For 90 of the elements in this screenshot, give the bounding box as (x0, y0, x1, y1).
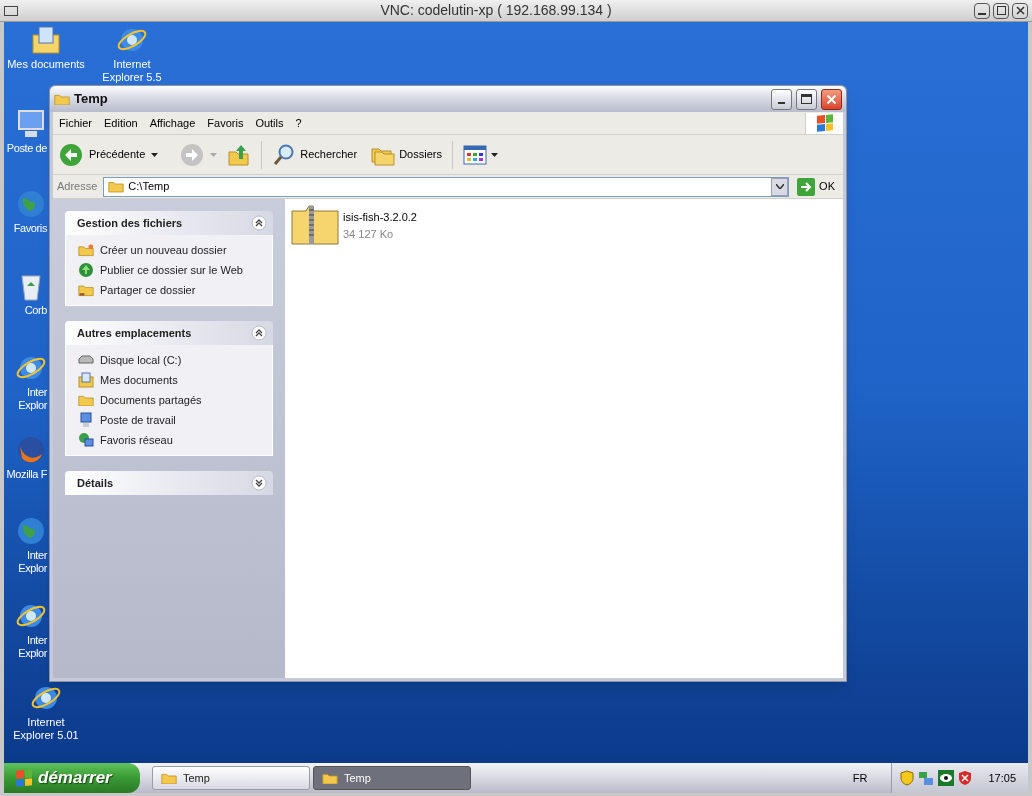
close-button[interactable] (821, 88, 842, 110)
language-indicator[interactable]: FR (844, 769, 876, 787)
file-name: isis-fish-3.2.0.2 (343, 210, 417, 225)
task-link[interactable]: Favoris réseau (100, 431, 173, 449)
folder-icon (54, 92, 70, 106)
panel-header[interactable]: Gestion des fichiers (65, 211, 273, 235)
desktop-icon-label: Inter (27, 386, 47, 399)
globe-icon (15, 188, 47, 220)
task-link[interactable]: Poste de travail (100, 411, 176, 429)
globe-icon (78, 262, 94, 278)
minimize-button[interactable] (771, 88, 792, 110)
window-title: Temp (74, 90, 109, 109)
panel-title: Détails (77, 475, 114, 491)
computer-icon (15, 108, 47, 140)
eye-icon[interactable] (938, 770, 955, 786)
desktop-icon-label: Explorer 5.5 (102, 71, 162, 84)
zip-folder-icon[interactable] (291, 205, 339, 245)
dropdown-caret-icon[interactable] (151, 152, 159, 157)
window-title: VNC: codelutin-xp ( 192.168.99.134 ) (379, 1, 613, 20)
task-link[interactable]: Publier ce dossier sur le Web (100, 261, 243, 279)
desktop-icon-label: Mozilla F (6, 468, 47, 481)
close-icon (1015, 6, 1025, 15)
panel-title: Gestion des fichiers (77, 215, 183, 231)
menu-item[interactable]: Favoris (201, 114, 250, 132)
clock: 17:05 (988, 770, 1016, 786)
taskbar-button[interactable]: Temp (152, 766, 310, 790)
panel-title: Autres emplacements (77, 325, 192, 341)
menu-item[interactable]: ? (289, 114, 308, 132)
globe-icon (15, 515, 47, 547)
folders-button[interactable]: Dossiers (371, 143, 442, 166)
desktop-icon-label: Inter (27, 634, 47, 647)
desktop-icon-label: Favoris (13, 222, 47, 235)
desktop-icon-label: Internet (27, 716, 65, 729)
menu-item[interactable]: Outils (249, 114, 290, 132)
views-icon (462, 144, 487, 165)
task-link[interactable]: Documents partagés (100, 391, 202, 409)
minimize-button[interactable] (974, 2, 990, 19)
desktop-icon-label: Explor (18, 562, 47, 575)
panel-header[interactable]: Autres emplacements (65, 321, 273, 345)
task-link[interactable]: Mes documents (100, 371, 178, 389)
dropdown-caret-icon (490, 152, 498, 157)
desktop-icon-label: Internet (113, 58, 151, 71)
go-button[interactable]: OK (793, 177, 839, 196)
views-button[interactable] (462, 144, 498, 165)
folder-icon (322, 771, 338, 785)
expand-icon[interactable] (251, 475, 267, 491)
start-button[interactable]: démarrer (4, 763, 140, 793)
task-link[interactable]: Créer un nouveau dossier (100, 241, 227, 259)
dropdown-caret-icon (775, 184, 784, 189)
panel-header[interactable]: Détails (65, 471, 273, 495)
shared-folder-icon (78, 283, 94, 297)
task-link[interactable]: Partager ce dossier (100, 281, 196, 299)
computer-icon (79, 412, 93, 428)
menu-item[interactable]: Affichage (143, 114, 202, 132)
folder-icon (108, 180, 125, 193)
file-size: 34 127 Ko (343, 226, 395, 242)
desktop-icon-label: Explorer 5.01 (13, 729, 79, 742)
fox-globe-icon (15, 434, 47, 466)
back-button[interactable]: Précédente (59, 142, 146, 167)
maximize-button[interactable] (796, 88, 817, 110)
folder-icon (161, 771, 177, 785)
desktop-icon-label: Inter (27, 549, 47, 562)
taskbar-button[interactable]: Temp (313, 766, 471, 790)
folder-icon (78, 393, 94, 407)
network-icon (78, 432, 94, 448)
window-menu-icon[interactable] (4, 5, 18, 16)
collapse-icon[interactable] (251, 325, 267, 341)
desktop-icon-label: Explor (18, 647, 47, 660)
shield-icon[interactable] (958, 770, 973, 786)
document-folder-icon (30, 24, 62, 56)
address-label: Adresse (57, 179, 99, 195)
task-link[interactable]: Disque local (C:) (100, 351, 182, 369)
new-folder-icon (78, 243, 94, 257)
desktop-icon-label: Corb (24, 304, 47, 317)
dropdown-button[interactable] (771, 177, 789, 196)
drive-icon (78, 355, 94, 365)
close-button[interactable] (1012, 2, 1028, 19)
collapse-icon[interactable] (251, 215, 267, 231)
shield-icon[interactable] (900, 770, 915, 786)
desktop-icon-label: Poste de (6, 142, 47, 155)
document-folder-icon (78, 372, 94, 388)
desktop-icon-label: Mes documents (7, 58, 85, 71)
desktop-icon-label: Explor (18, 399, 47, 412)
maximize-button[interactable] (993, 2, 1009, 19)
search-button[interactable]: Rechercher (272, 142, 358, 167)
close-icon (826, 93, 837, 105)
windows-logo-icon (16, 769, 32, 787)
menu-item[interactable]: Edition (98, 114, 144, 132)
address-field[interactable]: C:\Temp (103, 176, 790, 197)
menu-item[interactable]: Fichier (53, 114, 98, 132)
